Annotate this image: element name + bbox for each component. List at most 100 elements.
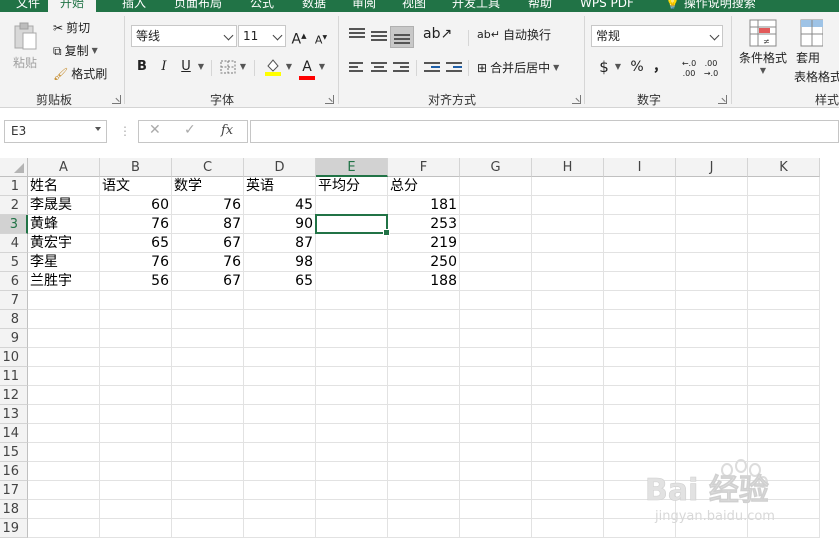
cell-k7[interactable] <box>748 291 820 310</box>
cell-a13[interactable] <box>28 405 100 424</box>
row-header-10[interactable]: 10 <box>0 348 28 367</box>
cell-g2[interactable] <box>460 196 532 215</box>
cell-b3[interactable]: 76 <box>100 215 172 234</box>
cell-f15[interactable] <box>388 443 460 462</box>
row-header-7[interactable]: 7 <box>0 291 28 310</box>
cell-g13[interactable] <box>460 405 532 424</box>
align-bottom-button[interactable] <box>390 26 414 48</box>
row-header-17[interactable]: 17 <box>0 481 28 500</box>
cell-e5[interactable] <box>316 253 388 272</box>
name-box[interactable]: E3 <box>4 120 107 143</box>
tab-formulas[interactable]: 公式 <box>250 0 274 12</box>
cell-h15[interactable] <box>532 443 604 462</box>
cell-f17[interactable] <box>388 481 460 500</box>
cell-k6[interactable] <box>748 272 820 291</box>
cell-f9[interactable] <box>388 329 460 348</box>
cell-d15[interactable] <box>244 443 316 462</box>
cell-f1[interactable]: 总分 <box>388 177 460 196</box>
cell-f2[interactable]: 181 <box>388 196 460 215</box>
increase-font-size-button[interactable]: A▲ <box>289 26 309 48</box>
cell-e10[interactable] <box>316 348 388 367</box>
row-header-16[interactable]: 16 <box>0 462 28 481</box>
cell-i16[interactable] <box>604 462 676 481</box>
cell-a8[interactable] <box>28 310 100 329</box>
cell-g10[interactable] <box>460 348 532 367</box>
cell-a3[interactable]: 黄蜂 <box>28 215 100 234</box>
cell-i15[interactable] <box>604 443 676 462</box>
cell-j2[interactable] <box>676 196 748 215</box>
cell-i7[interactable] <box>604 291 676 310</box>
currency-button[interactable]: $ <box>594 57 614 77</box>
column-header-d[interactable]: D <box>244 158 316 177</box>
decrease-indent-icon[interactable] <box>424 62 440 76</box>
cell-g17[interactable] <box>460 481 532 500</box>
cell-j17[interactable] <box>676 481 748 500</box>
underline-button[interactable]: U <box>176 57 196 77</box>
cell-d7[interactable] <box>244 291 316 310</box>
cell-a16[interactable] <box>28 462 100 481</box>
cell-e6[interactable] <box>316 272 388 291</box>
tab-data[interactable]: 数据 <box>302 0 326 12</box>
column-header-j[interactable]: J <box>676 158 748 177</box>
cell-f12[interactable] <box>388 386 460 405</box>
row-header-9[interactable]: 9 <box>0 329 28 348</box>
borders-icon[interactable] <box>220 60 236 74</box>
cell-h14[interactable] <box>532 424 604 443</box>
cell-e12[interactable] <box>316 386 388 405</box>
cell-e9[interactable] <box>316 329 388 348</box>
cell-j16[interactable] <box>676 462 748 481</box>
tab-file[interactable]: 文件 <box>16 0 40 12</box>
formula-bar-grip-icon[interactable]: ⋮ <box>119 124 131 138</box>
cell-g18[interactable] <box>460 500 532 519</box>
cell-d4[interactable]: 87 <box>244 234 316 253</box>
cell-e14[interactable] <box>316 424 388 443</box>
cell-j9[interactable] <box>676 329 748 348</box>
cell-k5[interactable] <box>748 253 820 272</box>
cell-b14[interactable] <box>100 424 172 443</box>
align-right-icon[interactable] <box>393 62 409 76</box>
cell-k9[interactable] <box>748 329 820 348</box>
cell-b11[interactable] <box>100 367 172 386</box>
cell-d11[interactable] <box>244 367 316 386</box>
cell-g6[interactable] <box>460 272 532 291</box>
column-header-g[interactable]: G <box>460 158 532 177</box>
cell-b8[interactable] <box>100 310 172 329</box>
cell-j4[interactable] <box>676 234 748 253</box>
cell-a1[interactable]: 姓名 <box>28 177 100 196</box>
cell-a5[interactable]: 李星 <box>28 253 100 272</box>
cell-j12[interactable] <box>676 386 748 405</box>
cell-a10[interactable] <box>28 348 100 367</box>
cell-d9[interactable] <box>244 329 316 348</box>
cell-a19[interactable] <box>28 519 100 538</box>
cell-k19[interactable] <box>748 519 820 538</box>
cell-g8[interactable] <box>460 310 532 329</box>
cell-e17[interactable] <box>316 481 388 500</box>
cell-f6[interactable]: 188 <box>388 272 460 291</box>
decrease-font-size-button[interactable]: A▼ <box>311 28 331 48</box>
cell-c9[interactable] <box>172 329 244 348</box>
cell-h2[interactable] <box>532 196 604 215</box>
percent-button[interactable]: % <box>627 57 647 77</box>
cell-g16[interactable] <box>460 462 532 481</box>
cell-i6[interactable] <box>604 272 676 291</box>
cell-c11[interactable] <box>172 367 244 386</box>
cell-g7[interactable] <box>460 291 532 310</box>
row-header-8[interactable]: 8 <box>0 310 28 329</box>
formula-input[interactable] <box>250 120 839 143</box>
cell-j11[interactable] <box>676 367 748 386</box>
align-left-icon[interactable] <box>349 62 365 76</box>
cell-g1[interactable] <box>460 177 532 196</box>
row-header-14[interactable]: 14 <box>0 424 28 443</box>
cell-c18[interactable] <box>172 500 244 519</box>
tab-home[interactable]: 开始 <box>48 0 97 12</box>
row-header-12[interactable]: 12 <box>0 386 28 405</box>
cell-i8[interactable] <box>604 310 676 329</box>
cell-d12[interactable] <box>244 386 316 405</box>
cell-f8[interactable] <box>388 310 460 329</box>
cell-d19[interactable] <box>244 519 316 538</box>
cell-e3[interactable] <box>316 215 388 234</box>
cell-h6[interactable] <box>532 272 604 291</box>
cell-c19[interactable] <box>172 519 244 538</box>
cell-c2[interactable]: 76 <box>172 196 244 215</box>
cell-b4[interactable]: 65 <box>100 234 172 253</box>
